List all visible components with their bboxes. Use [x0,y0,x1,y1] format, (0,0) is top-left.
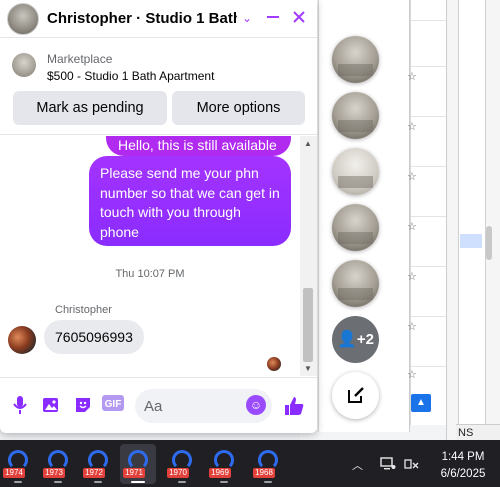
new-message-button[interactable] [332,372,379,419]
taskbar-app-label: 1973 [43,468,65,478]
star-icon[interactable]: ☆ [407,368,417,381]
taskbar-app-label: 1968 [253,468,275,478]
chat-head-avatar[interactable] [332,92,379,139]
photo-icon[interactable] [40,395,62,417]
app-logo-icon [48,450,68,470]
chat-window: Christopher · Studio 1 Bath… ⌄ Marketpla… [0,0,317,433]
person-icon: 👤 [336,331,357,348]
listing-title[interactable]: $500 - Studio 1 Bath Apartment [47,69,214,83]
taskbar-app-label: 1972 [83,468,105,478]
app-logo-icon [88,450,108,470]
clock-time: 1:44 PM [441,451,485,463]
star-icon[interactable]: ☆ [407,120,417,133]
scroll-thumb[interactable] [303,288,313,362]
mark-as-pending-button[interactable]: Mark as pending [13,91,167,125]
taskbar-app-label: 1970 [167,468,189,478]
listing-thumbnail[interactable] [12,53,36,77]
clock-date: 6/6/2025 [440,468,486,480]
microphone-icon[interactable] [9,395,31,417]
chat-head-avatar[interactable] [332,148,379,195]
scroll-down-arrow-icon[interactable]: ▼ [304,364,312,373]
outgoing-message[interactable]: Hello, this is still available [106,136,291,156]
like-icon[interactable] [283,395,305,417]
app-logo-icon [258,450,278,470]
more-options-button[interactable]: More options [172,91,305,125]
taskbar-app[interactable]: 1972 [80,444,116,484]
taskbar-app[interactable]: 1969 [206,444,242,484]
monitor-icon[interactable] [380,457,396,474]
incoming-message[interactable]: 7605096993 [44,320,144,354]
chat-head-avatar[interactable] [332,260,379,307]
outgoing-message[interactable]: Please send me your phn number so that w… [89,156,291,246]
gif-icon[interactable]: GIF [102,395,124,417]
app-logo-icon [214,450,234,470]
more-chats-count: +2 [356,331,375,348]
taskbar-clock[interactable]: 1:44 PM 6/6/2025 [432,449,494,483]
taskbar-app-label: 1974 [3,468,25,478]
chevron-up-icon[interactable]: ︿ [352,457,363,473]
taskbar-app[interactable]: 1970 [164,444,200,484]
chevron-down-icon[interactable]: ⌄ [238,9,256,27]
scroll-up-arrow-icon[interactable]: ▲ [304,139,312,148]
star-icon[interactable]: ☆ [407,320,417,333]
avatar[interactable] [7,3,39,35]
app-logo-icon [172,450,192,470]
sender-avatar[interactable] [8,326,36,354]
background-scrollbar[interactable] [486,226,492,260]
taskbar-app[interactable]: 1968 [250,444,286,484]
app-logo-icon [8,450,28,470]
chat-header[interactable]: Christopher · Studio 1 Bath… ⌄ [0,0,317,38]
sticker-icon[interactable] [72,395,94,417]
taskbar-app[interactable]: 1973 [40,444,76,484]
background-list-column [410,0,447,425]
message-composer: GIF [0,377,317,433]
star-icon[interactable]: ☆ [407,220,417,233]
svg-text:GIF: GIF [105,399,122,410]
taskbar-app-active[interactable]: 1971 [120,444,156,484]
seen-indicator-avatar [267,357,281,371]
more-chats-button[interactable]: 👤+2 [332,316,379,363]
taskbar-app[interactable]: 1974 [0,444,36,484]
taskbar: 1974 1973 1972 1971 1970 1969 1968 [0,440,500,487]
chat-title[interactable]: Christopher · Studio 1 Bath… [47,10,237,27]
star-icon[interactable]: ☆ [407,70,417,83]
chat-head-avatar[interactable] [332,204,379,251]
app-logo-icon [128,450,148,470]
message-list: Hello, this is still available Please se… [0,136,300,376]
marketplace-listing: Marketplace $500 - Studio 1 Bath Apartme… [0,39,317,135]
message-timestamp: Thu 10:07 PM [115,268,185,280]
listing-label: Marketplace [47,52,113,66]
chat-head-avatar[interactable] [332,36,379,83]
background-side-panel [458,0,486,425]
network-disconnected-icon[interactable] [404,457,420,474]
star-icon[interactable]: ☆ [407,270,417,283]
close-icon[interactable] [290,9,308,27]
background-selection [460,234,482,248]
taskbar-app-label: 1971 [123,468,145,478]
star-icon[interactable]: ☆ [407,170,417,183]
minimize-icon[interactable] [264,9,282,27]
background-blue-button[interactable]: ▲ [411,394,431,412]
emoji-icon[interactable]: ☺ [246,395,266,415]
message-scrollbar[interactable]: ▲ ▼ [300,136,317,376]
background-ns-label: NS [456,424,500,440]
taskbar-app-label: 1969 [209,468,231,478]
sender-name: Christopher [55,304,112,316]
